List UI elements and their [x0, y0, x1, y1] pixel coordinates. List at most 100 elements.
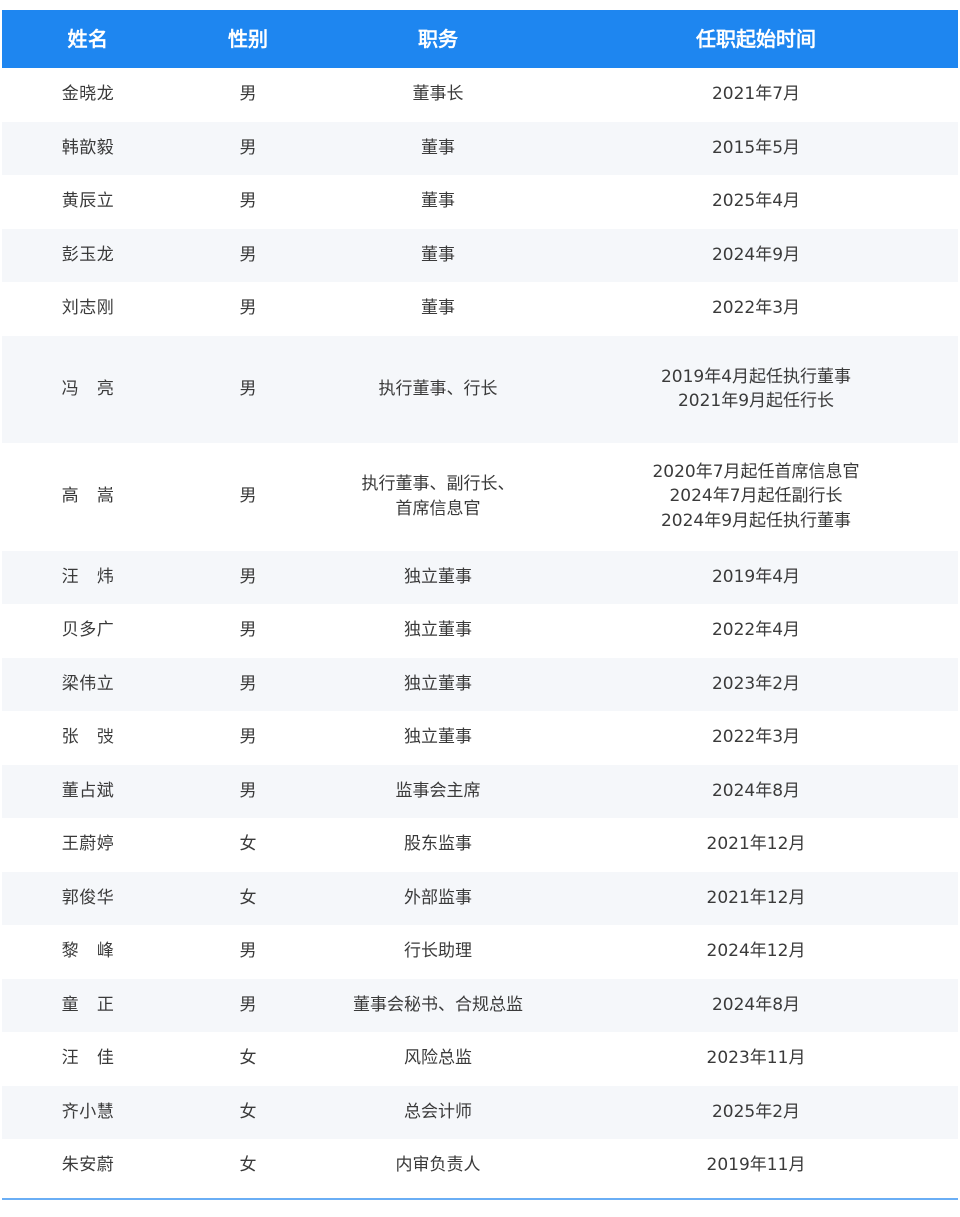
cell-gender: 男	[239, 191, 257, 212]
cell-position: 风险总监	[404, 1048, 472, 1069]
cell-gender: 男	[239, 780, 257, 801]
cell-start-date: 2023年11月	[706, 1048, 806, 1069]
cell-position: 董事	[421, 137, 455, 158]
cell-name: 贝多广	[61, 620, 115, 641]
header-position: 职务	[418, 26, 458, 51]
cell-start-date: 2019年4月	[711, 566, 801, 587]
cell-start-date: 2024年8月	[711, 780, 801, 801]
table-row: 郭俊华 女 外部监事 2021年12月	[2, 871, 958, 925]
cell-name: 董占斌	[61, 780, 115, 801]
cell-position: 董事	[421, 244, 455, 265]
table-row: 张 弢 男 独立董事 2022年3月	[2, 711, 958, 765]
header-gender: 性别	[228, 26, 268, 51]
cell-position: 独立董事	[404, 620, 472, 641]
cell-start-date: 2022年3月	[711, 727, 801, 748]
cell-gender: 男	[239, 244, 257, 265]
cell-name: 金晓龙	[61, 84, 115, 105]
cell-start-date: 2020年7月起任首席信息官 2024年7月起任副行长 2024年9月起任执行董…	[652, 461, 860, 532]
cell-start-date: 2021年12月	[706, 887, 806, 908]
cell-gender: 男	[239, 298, 257, 319]
cell-name: 韩歆毅	[61, 137, 115, 158]
table-row: 王蔚婷 女 股东监事 2021年12月	[2, 818, 958, 872]
table-row: 冯 亮 男 执行董事、行长 2019年4月起任执行董事 2021年9月起任行长	[2, 335, 958, 443]
cell-name: 童 正	[61, 994, 115, 1015]
cell-start-date: 2021年12月	[706, 834, 806, 855]
cell-name: 黄辰立	[61, 191, 115, 212]
cell-position: 执行董事、行长	[378, 378, 498, 399]
cell-name: 朱安蔚	[61, 1155, 115, 1176]
cell-start-date: 2021年7月	[711, 84, 801, 105]
cell-start-date: 2023年2月	[711, 673, 801, 694]
table-row: 梁伟立 男 独立董事 2023年2月	[2, 657, 958, 711]
cell-gender: 男	[239, 84, 257, 105]
table-row: 汪 炜 男 独立董事 2019年4月	[2, 550, 958, 604]
cell-position: 独立董事	[404, 727, 472, 748]
table-row: 齐小慧 女 总会计师 2025年2月	[2, 1085, 958, 1139]
table-row: 韩歆毅 男 董事 2015年5月	[2, 121, 958, 175]
cell-gender: 男	[239, 941, 257, 962]
cell-start-date: 2022年3月	[711, 298, 801, 319]
cell-gender: 女	[239, 887, 257, 908]
cell-position: 董事会秘书、合规总监	[353, 994, 523, 1015]
header-name: 姓名	[67, 26, 109, 51]
cell-name: 郭俊华	[61, 887, 115, 908]
cell-name: 汪 炜	[61, 566, 115, 587]
table-row: 黎 峰 男 行长助理 2024年12月	[2, 925, 958, 979]
cell-gender: 男	[239, 620, 257, 641]
cell-start-date: 2019年11月	[706, 1155, 806, 1176]
cell-start-date: 2019年4月起任执行董事 2021年9月起任行长	[660, 366, 852, 412]
table-row: 金晓龙 男 董事长 2021年7月	[2, 68, 958, 122]
cell-gender: 男	[239, 994, 257, 1015]
table-row: 汪 佳 女 风险总监 2023年11月	[2, 1032, 958, 1086]
cell-name: 刘志刚	[61, 298, 115, 319]
table-row: 黄辰立 男 董事 2025年4月	[2, 175, 958, 229]
cell-gender: 女	[239, 834, 257, 855]
cell-position: 监事会主席	[395, 780, 481, 801]
table-row: 彭玉龙 男 董事 2024年9月	[2, 228, 958, 282]
cell-position: 股东监事	[404, 834, 472, 855]
cell-name: 张 弢	[61, 727, 115, 748]
cell-name: 黎 峰	[61, 941, 115, 962]
cell-gender: 女	[239, 1048, 257, 1069]
cell-gender: 女	[239, 1101, 257, 1122]
cell-start-date: 2024年8月	[711, 994, 801, 1015]
table-row: 高 嵩 男 执行董事、副行长、 首席信息官 2020年7月起任首席信息官 202…	[2, 443, 958, 551]
cell-position: 总会计师	[404, 1101, 472, 1122]
table-bottom-rule	[2, 1198, 958, 1200]
header-start-date: 任职起始时间	[696, 26, 816, 51]
cell-position: 执行董事、副行长、 首席信息官	[361, 474, 515, 519]
cell-name: 彭玉龙	[61, 244, 115, 265]
table-row: 朱安蔚 女 内审负责人 2019年11月	[2, 1139, 958, 1193]
cell-start-date: 2024年9月	[711, 244, 801, 265]
cell-gender: 男	[239, 673, 257, 694]
cell-start-date: 2022年4月	[711, 620, 801, 641]
cell-position: 独立董事	[404, 566, 472, 587]
table-row: 刘志刚 男 董事 2022年3月	[2, 282, 958, 336]
cell-position: 行长助理	[404, 941, 472, 962]
table-header: 姓名 性别 职务 任职起始时间	[2, 10, 958, 68]
cell-position: 董事	[421, 298, 455, 319]
cell-start-date: 2024年12月	[706, 941, 806, 962]
cell-position: 董事	[421, 191, 455, 212]
cell-name: 高 嵩	[61, 486, 115, 507]
cell-start-date: 2025年2月	[711, 1101, 801, 1122]
cell-gender: 女	[239, 1155, 257, 1176]
leadership-table: 姓名 性别 职务 任职起始时间 金晓龙 男 董事长 2021年7月 韩歆毅 男 …	[2, 10, 958, 1193]
cell-gender: 男	[239, 486, 257, 507]
table-row: 童 正 男 董事会秘书、合规总监 2024年8月	[2, 978, 958, 1032]
cell-start-date: 2025年4月	[711, 191, 801, 212]
cell-gender: 男	[239, 378, 257, 399]
cell-name: 梁伟立	[61, 673, 115, 694]
cell-gender: 男	[239, 566, 257, 587]
cell-name: 王蔚婷	[61, 834, 115, 855]
cell-position: 外部监事	[404, 887, 472, 908]
cell-gender: 男	[239, 137, 257, 158]
table-row: 董占斌 男 监事会主席 2024年8月	[2, 764, 958, 818]
cell-position: 内审负责人	[395, 1155, 481, 1176]
cell-start-date: 2015年5月	[711, 137, 801, 158]
table-row: 贝多广 男 独立董事 2022年4月	[2, 604, 958, 658]
cell-position: 独立董事	[404, 673, 472, 694]
cell-name: 冯 亮	[61, 378, 115, 399]
cell-name: 齐小慧	[61, 1101, 115, 1122]
cell-name: 汪 佳	[61, 1048, 115, 1069]
